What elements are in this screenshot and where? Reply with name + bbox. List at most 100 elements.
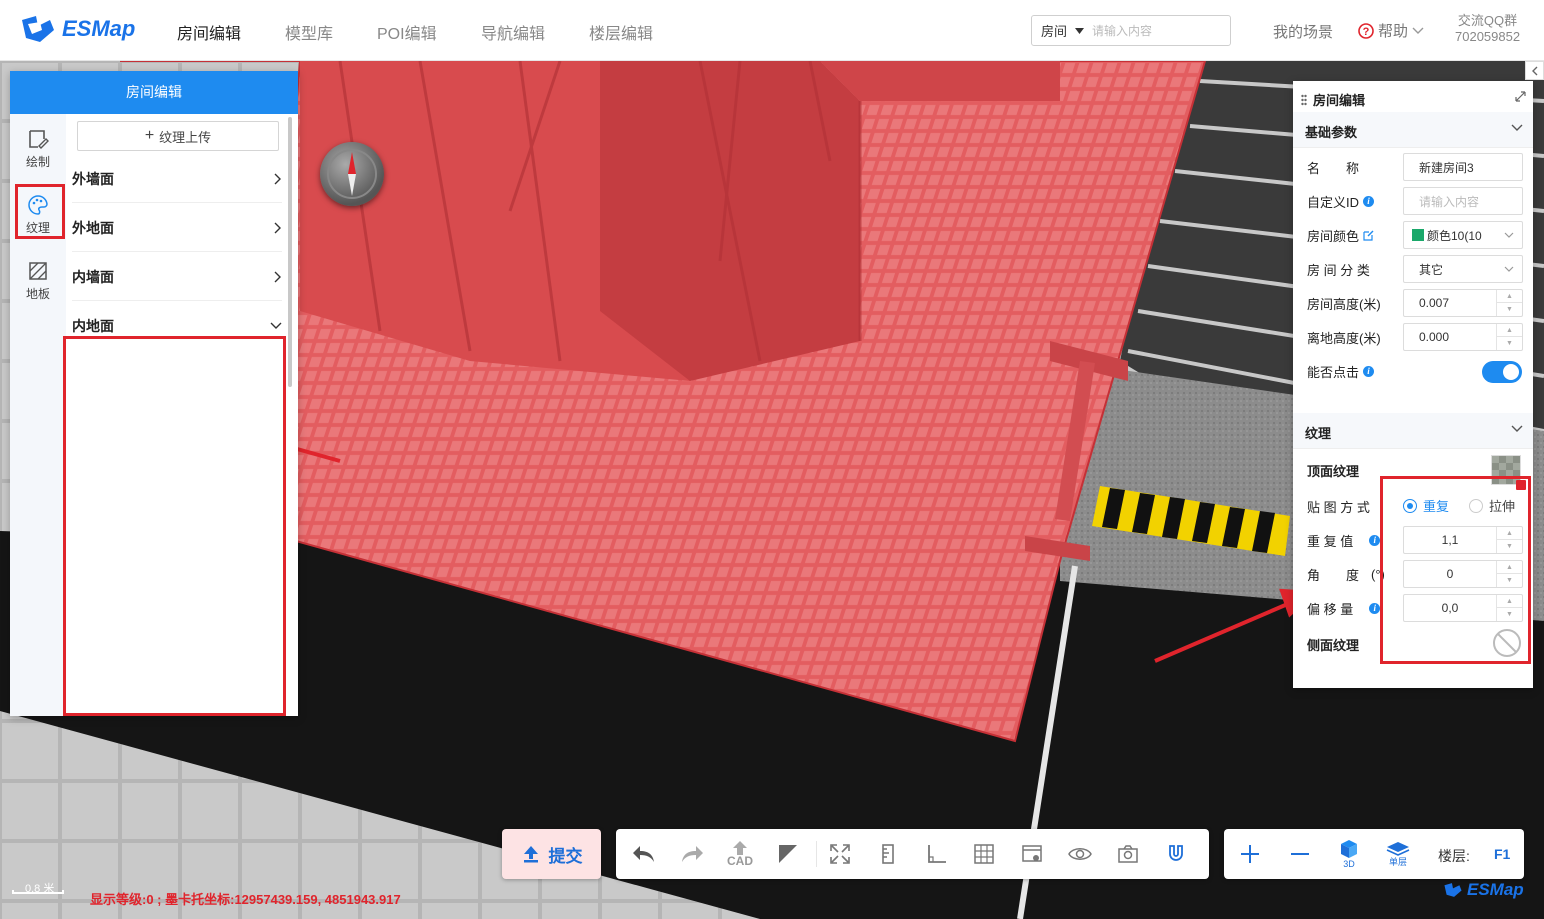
angle-unit: (°) [1371,567,1385,582]
increment-button[interactable]: ▲ [1497,324,1522,337]
tab-room-edit[interactable]: 房间编辑 [177,20,241,44]
texture-upload-button[interactable]: + 纹理上传 [77,121,279,151]
sidebar-item-draw-label: 绘制 [25,155,50,169]
mapping-repeat-radio[interactable] [1403,498,1417,513]
redo-button[interactable] [668,829,716,879]
panel-scrollbar[interactable] [288,117,292,387]
triangle-shape-icon [779,845,797,863]
screenshot-button[interactable] [1104,829,1152,879]
increment-button[interactable]: ▲ [1497,527,1522,540]
layer-settings-button[interactable] [1008,829,1056,879]
snap-magnet-button[interactable] [1152,829,1200,879]
custom-id-field[interactable]: 请输入内容 [1403,187,1523,215]
room-color-label-wrap: 房间颜色 [1307,226,1374,245]
room-category-select[interactable]: 其它 [1403,255,1523,283]
basic-params-label: 基础参数 [1305,125,1358,140]
my-scene-link[interactable]: 我的场景 [1273,21,1333,42]
ground-height-stepper[interactable]: 0.000 ▲ ▼ [1403,323,1523,351]
angle-stepper[interactable]: 0 ▲ ▼ [1403,560,1523,588]
visibility-button[interactable] [1056,829,1104,879]
minus-icon [1291,853,1309,855]
help-menu[interactable]: ? 帮助 [1358,20,1424,41]
decrement-button[interactable]: ▼ [1497,608,1522,621]
category-interior-wall[interactable]: 内墙面 [72,253,282,301]
room-color-select[interactable]: 颜色10(10 [1403,221,1523,249]
increment-button[interactable]: ▲ [1497,595,1522,608]
submit-button[interactable]: 提交 [502,829,601,879]
edit-icon[interactable] [1363,230,1374,241]
top-texture-preview[interactable] [1491,455,1526,490]
color-swatch [1412,229,1424,241]
no-texture-icon[interactable] [1492,628,1522,658]
room-category-label: 房 间 分 类 [1307,263,1370,278]
grid-button[interactable] [960,829,1008,879]
decrement-button[interactable]: ▼ [1497,337,1522,350]
category-exterior-floor[interactable]: 外地面 [72,204,282,252]
texture-section-header[interactable]: 纹理 [1293,413,1533,449]
sidebar-item-texture-label: 纹理 [25,221,50,235]
draw-polygon-button[interactable] [764,829,812,879]
clickable-label-wrap: 能否点击 i [1307,362,1375,381]
floor-selector[interactable]: F1 [1494,846,1510,862]
stepper-buttons: ▲ ▼ [1496,290,1522,316]
magnet-icon [1169,845,1183,861]
zoom-out-button[interactable] [1276,829,1324,879]
sidebar-item-texture[interactable]: 纹理 [16,188,60,238]
zoom-in-button[interactable] [1226,829,1274,879]
name-label: 名 称 [1307,161,1360,176]
floor-label: 楼层: [1438,848,1470,864]
room-height-stepper[interactable]: 0.007 ▲ ▼ [1403,289,1523,317]
cad-import-button[interactable]: CAD [716,829,764,879]
info-icon[interactable]: i [1363,196,1375,207]
single-floor-label: 单层 [1388,857,1407,867]
tab-poi-edit[interactable]: POI编辑 [377,20,437,44]
basic-params-section-header[interactable]: 基础参数 [1293,112,1533,148]
clickable-toggle[interactable] [1482,361,1522,383]
angle-icon [928,845,946,863]
decrement-button[interactable]: ▼ [1497,303,1522,316]
repeat-value-stepper[interactable]: 1,1 ▲ ▼ [1403,526,1523,554]
tab-floor-edit[interactable]: 楼层编辑 [589,20,653,44]
redo-icon [682,846,703,862]
qq-group-label: 交流QQ群 [1457,13,1518,28]
sidebar-item-floor[interactable]: 地板 [16,254,60,304]
qq-group-info: 交流QQ群 702059852 [1455,13,1520,45]
delete-texture-icon[interactable] [1516,480,1526,490]
decrement-button[interactable]: ▼ [1497,540,1522,553]
increment-button[interactable]: ▲ [1497,290,1522,303]
floor-grid-icon [29,262,47,280]
room-name-field[interactable]: 新建房间3 [1403,153,1523,181]
properties-panel-header[interactable]: 房间编辑 [1301,90,1365,109]
tab-model-library[interactable]: 模型库 [285,20,333,44]
single-floor-button[interactable]: 单层 [1374,829,1422,879]
compass-widget[interactable] [320,142,384,206]
collapse-panel-button[interactable] [1525,61,1544,80]
search-category-select[interactable]: 房间 [1032,21,1092,40]
upload-arrow-icon [523,846,538,863]
brand-logo[interactable]: ESMap [20,14,135,44]
edit-toolbar: CAD [616,829,1209,879]
category-exterior-wall[interactable]: 外墙面 [72,155,282,203]
info-icon[interactable]: i [1363,366,1375,377]
mapping-stretch-radio[interactable] [1469,498,1484,513]
room-height-label: 房间高度(米) [1307,297,1381,312]
measure-length-button[interactable] [864,829,912,879]
info-icon[interactable]: i [1369,535,1381,546]
measure-angle-button[interactable] [912,829,960,879]
minimize-icon[interactable] [1515,91,1526,102]
undo-button[interactable] [620,829,668,879]
sidebar-item-draw[interactable]: 绘制 [16,122,60,172]
submit-label: 提交 [548,846,583,866]
caret-down-icon [1075,27,1085,34]
tab-navigation-edit[interactable]: 导航编辑 [481,20,545,44]
texture-category-list: + 纹理上传 外墙面 外地面 内墙面 内地面 [66,114,298,716]
info-icon[interactable]: i [1369,603,1381,614]
corner-brand-name: ESMap [1467,880,1524,899]
view-3d-button[interactable]: 3D [1325,829,1373,879]
decrement-button[interactable]: ▼ [1497,574,1522,587]
category-interior-floor[interactable]: 内地面 [72,302,282,350]
offset-stepper[interactable]: 0,0 ▲ ▼ [1403,594,1523,622]
increment-button[interactable]: ▲ [1497,561,1522,574]
search-input[interactable] [1092,17,1222,44]
fullscreen-button[interactable] [816,829,864,879]
